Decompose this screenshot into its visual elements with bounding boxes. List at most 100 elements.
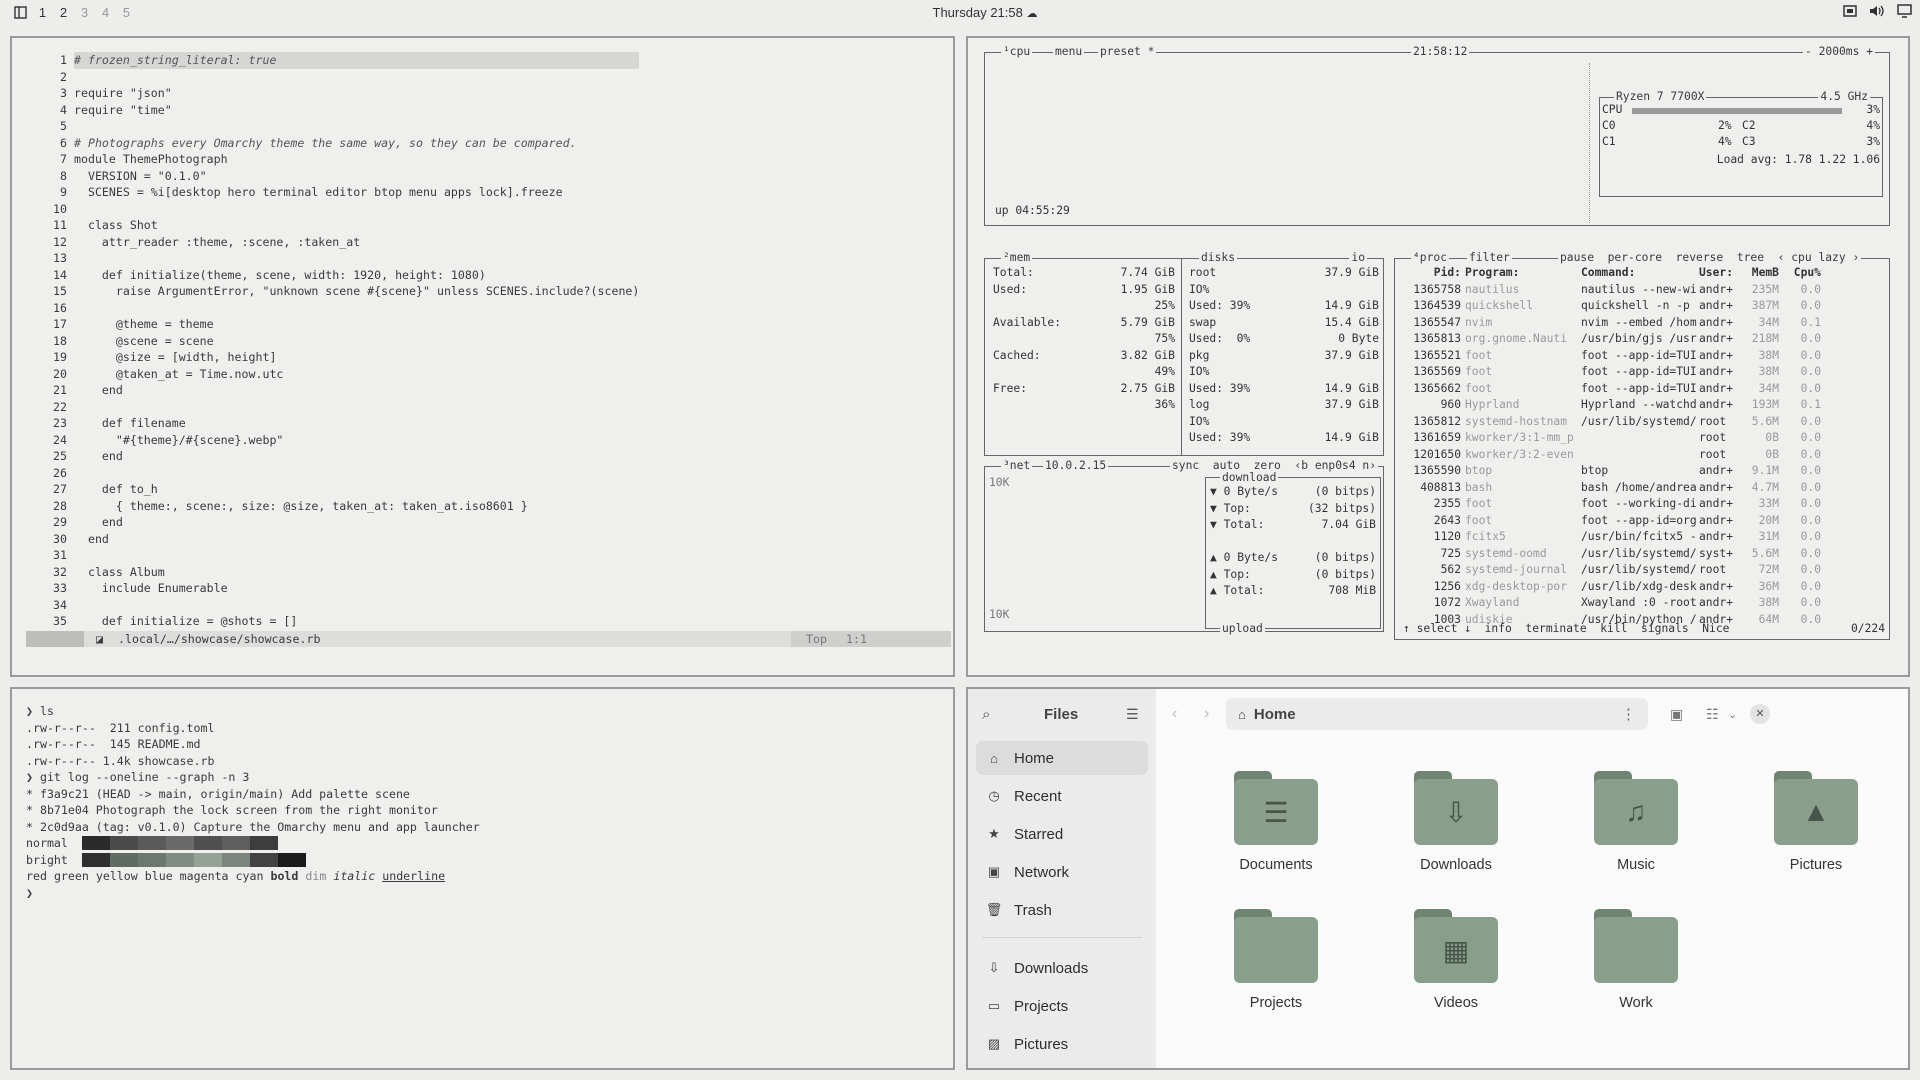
code-line[interactable] [74, 118, 639, 135]
menu-button[interactable]: menu [1053, 44, 1085, 61]
back-icon[interactable]: ‹ [1172, 705, 1177, 723]
code-line[interactable]: raise ArgumentError, "unknown scene #{sc… [74, 283, 640, 300]
proc-cell[interactable]: andr+ [1699, 331, 1739, 348]
proc-cell[interactable]: foot [1465, 381, 1577, 398]
view-list-icon[interactable]: ☷ [1706, 706, 1719, 723]
code-line[interactable] [74, 547, 639, 564]
proc-cell[interactable]: root [1699, 562, 1739, 579]
proc-cell[interactable]: 1364539 [1399, 298, 1461, 315]
proc-column-header[interactable]: Program: [1465, 265, 1577, 282]
proc-cell[interactable]: root [1699, 430, 1739, 447]
screen-record-icon[interactable] [1843, 4, 1857, 18]
proc-cell[interactable]: /usr/lib/systemd/s [1581, 546, 1697, 563]
proc-cell[interactable]: nvim --embed /home [1581, 315, 1697, 332]
files-window[interactable]: ⌕ Files ☰ ⌂ Home ◷ Recent ★ Starred ▣ Network 🗑 T… [966, 687, 1910, 1070]
sidebar-item-starred[interactable]: ★ Starred [976, 817, 1148, 851]
proc-cell[interactable]: Hyprland [1465, 397, 1577, 414]
proc-cell[interactable]: kworker/3:1-mm_p [1465, 430, 1577, 447]
sidebar-item-downloads[interactable]: ⇩ Downloads [976, 951, 1148, 985]
workspace-2[interactable]: 2 [58, 5, 69, 20]
proc-cell[interactable]: 0.0 [1781, 595, 1821, 612]
proc-cell[interactable]: kworker/3:2-even [1465, 447, 1577, 464]
proc-cell[interactable]: 0.0 [1781, 282, 1821, 299]
proc-cell[interactable]: 1256 [1399, 579, 1461, 596]
code-line[interactable]: @scene = scene [74, 333, 639, 350]
proc-cell[interactable]: 34M [1741, 315, 1779, 332]
sidebar-item-network[interactable]: ▣ Network [976, 855, 1148, 889]
proc-cell[interactable]: andr+ [1699, 348, 1739, 365]
code-line[interactable]: "#{theme}/#{scene}.webp" [74, 432, 639, 449]
proc-cell[interactable]: 64M [1741, 612, 1779, 629]
proc-cell[interactable]: quickshell -n -p / [1581, 298, 1697, 315]
proc-cell[interactable]: andr+ [1699, 579, 1739, 596]
proc-cell[interactable]: 5.6M [1741, 414, 1779, 431]
code-line[interactable]: class Shot [74, 217, 639, 234]
code-line[interactable] [74, 69, 639, 86]
proc-column-header[interactable]: Cpu% [1781, 265, 1821, 282]
proc-cell[interactable]: 1365547 [1399, 315, 1461, 332]
proc-cell[interactable]: root [1699, 447, 1739, 464]
proc-cell[interactable]: 0.0 [1781, 381, 1821, 398]
code-line[interactable]: include Enumerable [74, 580, 639, 597]
folder-downloads[interactable]: ⇩ Downloads [1386, 771, 1526, 873]
proc-cell[interactable]: 725 [1399, 546, 1461, 563]
proc-cell[interactable]: 1365590 [1399, 463, 1461, 480]
code-line[interactable] [74, 597, 639, 614]
proc-cell[interactable]: 0.1 [1781, 397, 1821, 414]
proc-cell[interactable]: /usr/lib/systemd/s [1581, 414, 1697, 431]
proc-cell[interactable]: 0.0 [1781, 579, 1821, 596]
code-line[interactable] [74, 201, 639, 218]
proc-cell[interactable]: 0.0 [1781, 364, 1821, 381]
code-line[interactable]: end [74, 448, 639, 465]
proc-column-header[interactable]: Command: [1581, 265, 1697, 282]
code-line[interactable]: end [74, 382, 639, 399]
location-menu-icon[interactable]: ⋮ [1621, 705, 1636, 723]
proc-cell[interactable]: 0.0 [1781, 513, 1821, 530]
proc-cell[interactable]: /usr/lib/xdg-deskt [1581, 579, 1697, 596]
proc-cell[interactable]: 31M [1741, 529, 1779, 546]
workspace-1[interactable]: 1 [37, 5, 48, 20]
proc-cell[interactable]: 38M [1741, 348, 1779, 365]
proc-cell[interactable]: andr+ [1699, 513, 1739, 530]
proc-cell[interactable]: 38M [1741, 364, 1779, 381]
sidebar-item-recent[interactable]: ◷ Recent [976, 779, 1148, 813]
proc-cell[interactable]: xdg-desktop-por [1465, 579, 1577, 596]
proc-cell[interactable]: bash [1465, 480, 1577, 497]
code-area[interactable]: # frozen_string_literal: true require "js… [74, 52, 640, 630]
proc-cell[interactable]: Xwayland [1465, 595, 1577, 612]
editor-window[interactable]: 1 2 3 4 5 6 7 8 9 10 11 12 13 14 15 16 17 18 19 20 21 22 23 24 2… [10, 36, 955, 677]
prompt[interactable]: ❯ [26, 885, 480, 902]
folder-documents[interactable]: ☰ Documents [1206, 771, 1346, 873]
proc-cell[interactable]: andr+ [1699, 595, 1739, 612]
proc-cell[interactable]: fcitx5 [1465, 529, 1577, 546]
code-line[interactable]: class Album [74, 564, 639, 581]
proc-cell[interactable]: andr+ [1699, 463, 1739, 480]
code-line[interactable] [74, 399, 639, 416]
new-tab-icon[interactable]: ▣ [1670, 706, 1683, 723]
proc-cell[interactable]: 1365521 [1399, 348, 1461, 365]
sidebar-item-projects[interactable]: ▭ Projects [976, 989, 1148, 1023]
workspace-4[interactable]: 4 [100, 5, 111, 20]
proc-cell[interactable]: btop [1465, 463, 1577, 480]
code-line[interactable]: @theme = theme [74, 316, 639, 333]
proc-cell[interactable]: 1365813 [1399, 331, 1461, 348]
proc-cell[interactable]: systemd-hostnam [1465, 414, 1577, 431]
proc-cell[interactable]: 2643 [1399, 513, 1461, 530]
proc-cell[interactable]: 2355 [1399, 496, 1461, 513]
code-line[interactable]: end [74, 514, 639, 531]
code-line[interactable]: @taken_at = Time.now.utc [74, 366, 639, 383]
folder-pictures[interactable]: ▲ Pictures [1746, 771, 1886, 873]
proc-cell[interactable]: nvim [1465, 315, 1577, 332]
proc-cell[interactable]: andr+ [1699, 364, 1739, 381]
proc-cell[interactable]: 0.0 [1781, 447, 1821, 464]
proc-cell[interactable]: foot --app-id=TUI. [1581, 381, 1697, 398]
proc-cell[interactable]: 36M [1741, 579, 1779, 596]
proc-cell[interactable]: 1365812 [1399, 414, 1461, 431]
code-line[interactable]: def initialize = @shots = [] [74, 613, 639, 630]
proc-cell[interactable]: foot --app-id=TUI. [1581, 348, 1697, 365]
sidebar-item-pictures[interactable]: ▨ Pictures [976, 1027, 1148, 1061]
code-line[interactable] [74, 250, 639, 267]
proc-cell[interactable]: syst+ [1699, 546, 1739, 563]
proc-column-header[interactable]: User: [1699, 265, 1739, 282]
code-line[interactable]: VERSION = "0.1.0" [74, 168, 639, 185]
